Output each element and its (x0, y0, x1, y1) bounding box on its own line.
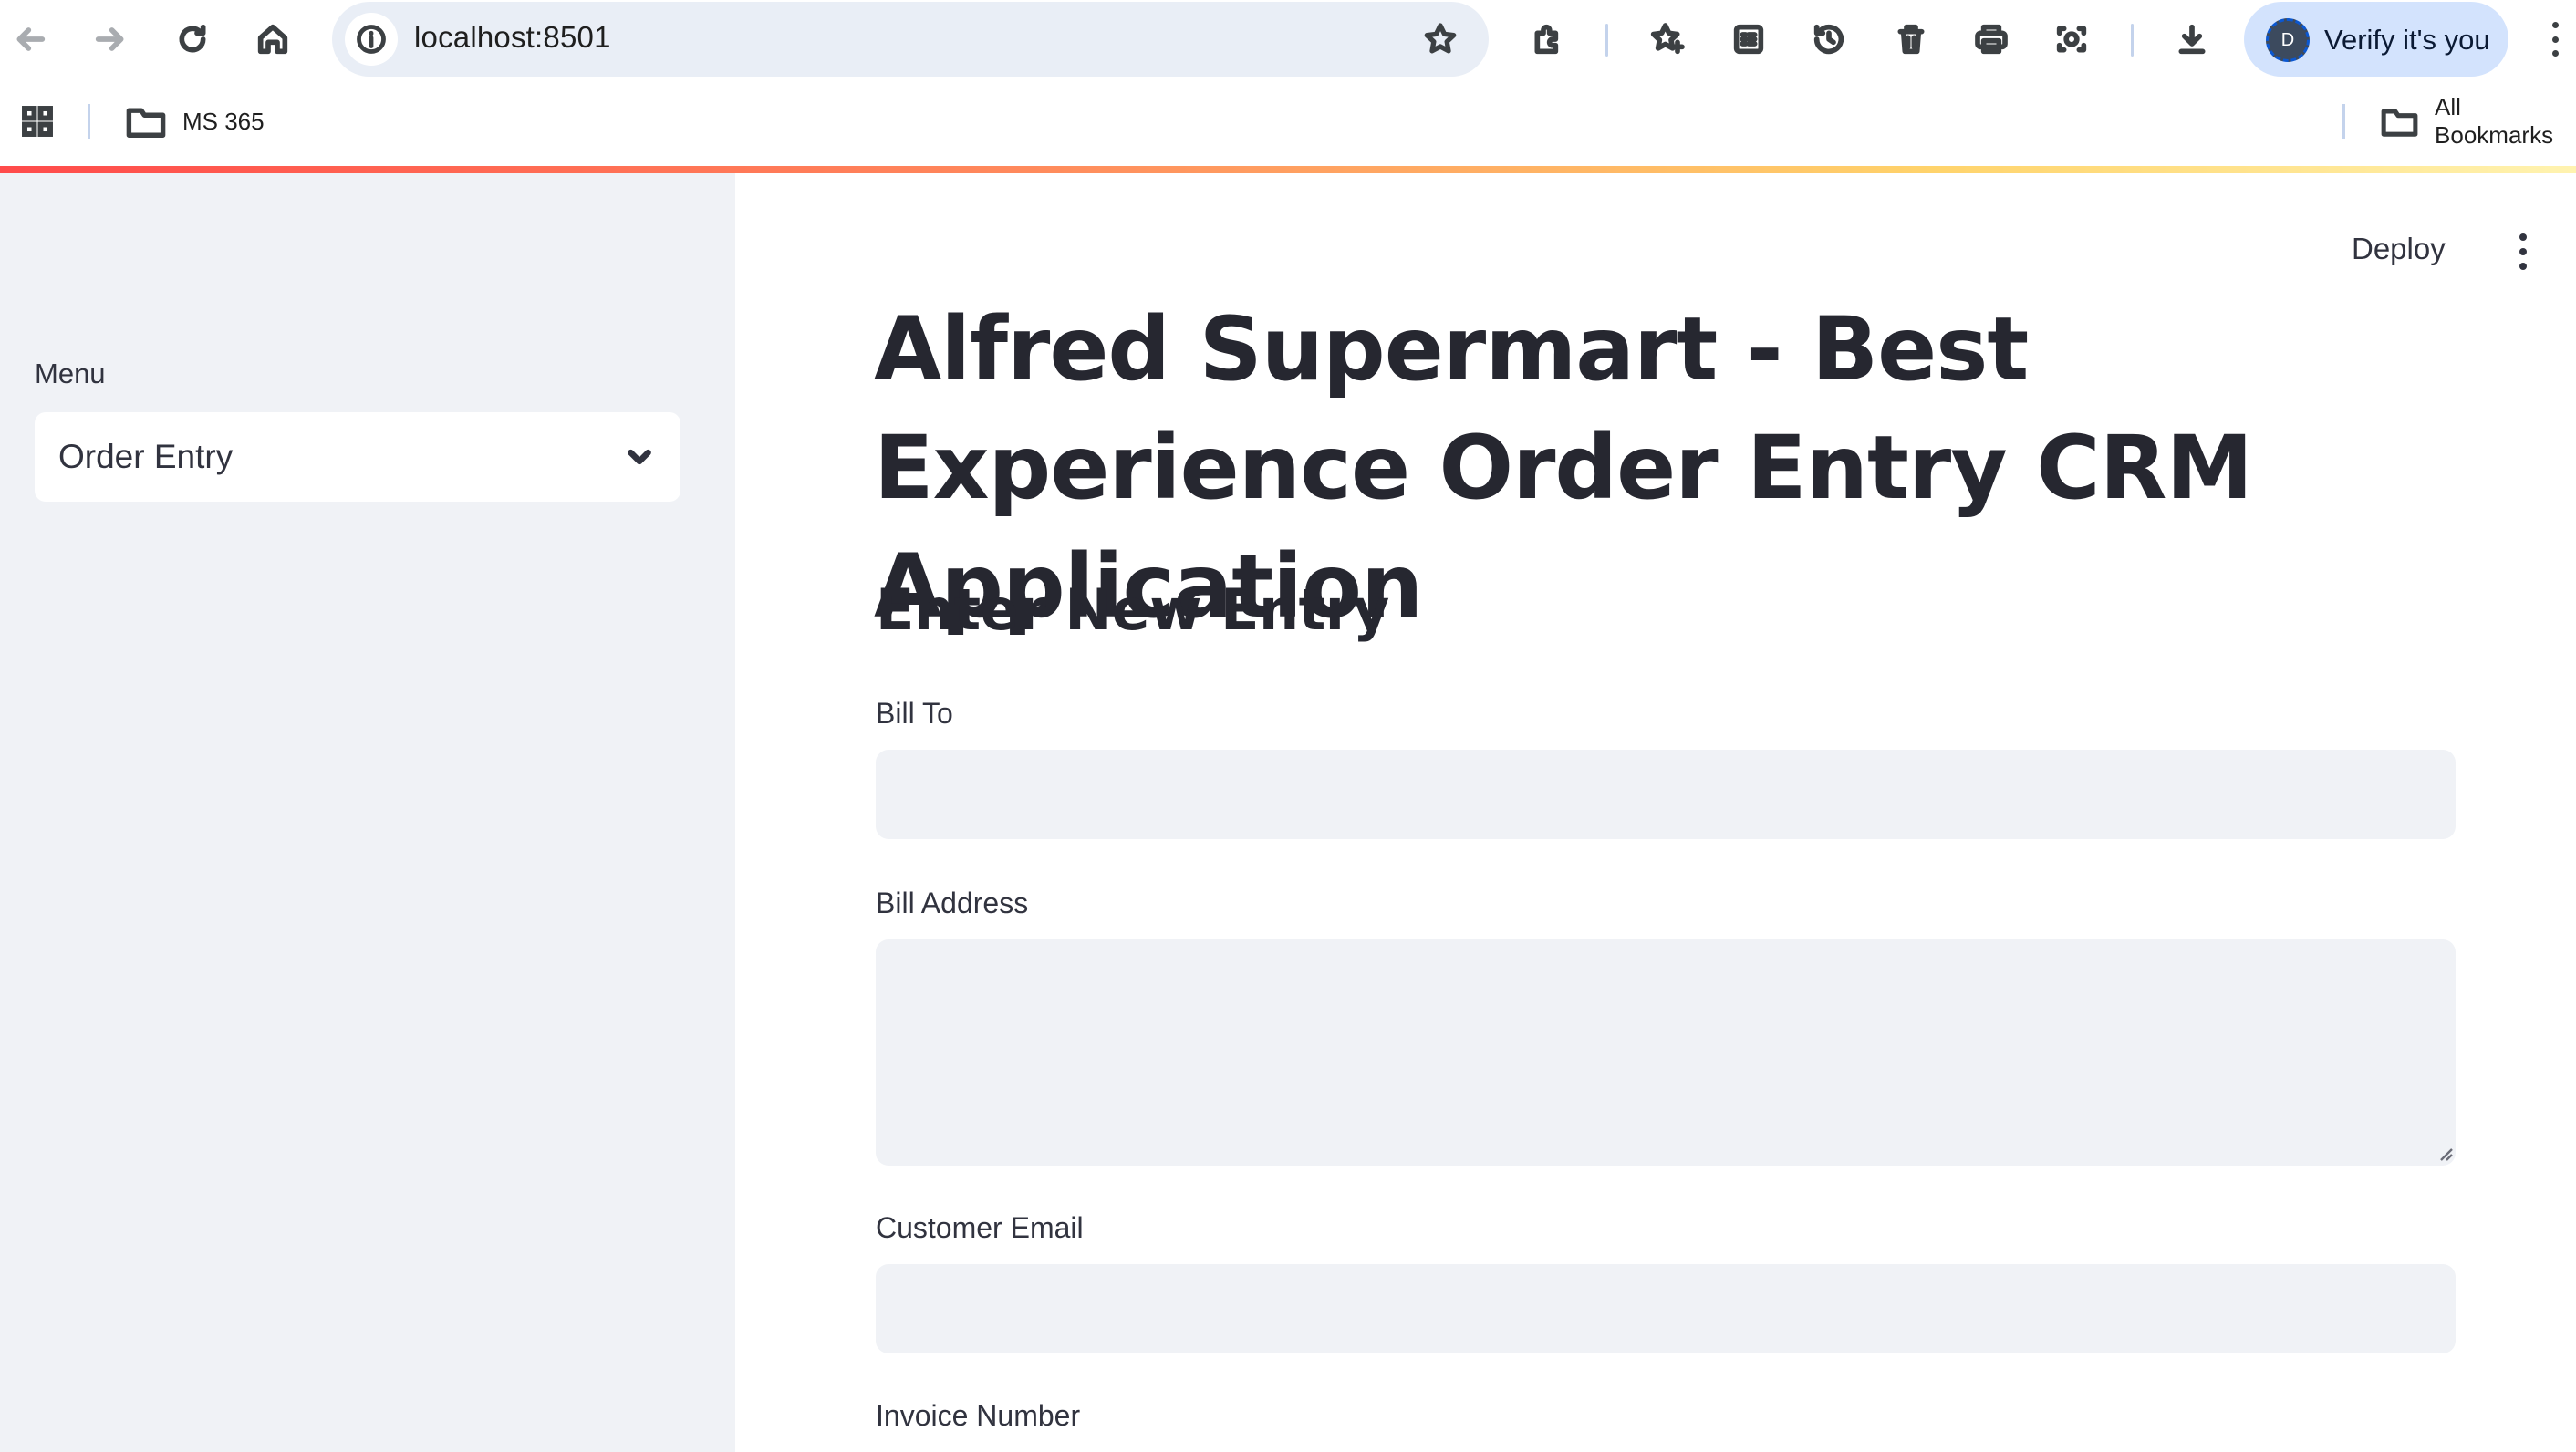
section-title: Enter New Entry (876, 576, 1389, 643)
site-info-icon[interactable] (345, 13, 398, 66)
deploy-button[interactable]: Deploy (2352, 232, 2446, 266)
bookmark-folder-all[interactable]: All Bookmarks (2381, 93, 2576, 149)
bill-address-textarea[interactable] (876, 939, 2456, 1166)
bookmarks-divider (2342, 104, 2345, 139)
menu-select[interactable]: Order Entry (35, 412, 680, 502)
print-icon[interactable] (1965, 13, 2018, 66)
history-icon[interactable] (1802, 13, 1855, 66)
avatar: D (2266, 18, 2310, 62)
bookmarks-bar: MS 365 All Bookmarks (0, 78, 2576, 168)
sidebar: Menu Order Entry (0, 173, 735, 1452)
extensions-icon[interactable] (1522, 13, 1574, 66)
url-text[interactable]: localhost:8501 (414, 20, 611, 55)
resize-handle-icon[interactable] (2436, 1144, 2454, 1162)
address-bar[interactable]: localhost:8501 (332, 2, 1489, 77)
more-vertical-icon[interactable] (2541, 18, 2569, 60)
profile-verify-chip[interactable]: D Verify it's you (2244, 2, 2508, 77)
toolbar-divider (2131, 24, 2134, 57)
bill-to-input[interactable] (876, 750, 2456, 839)
folder-icon (126, 108, 166, 138)
invoice-number-label: Invoice Number (876, 1399, 1081, 1432)
bookmarks-divider (88, 104, 90, 139)
customer-email-input[interactable] (876, 1264, 2456, 1353)
folder-icon (2381, 109, 2418, 137)
chevron-down-icon[interactable] (622, 440, 657, 474)
screenshot-icon[interactable] (2045, 13, 2098, 66)
reading-list-star-icon[interactable] (1642, 13, 1695, 66)
app-menu-icon[interactable] (2514, 233, 2532, 270)
reader-mode-icon[interactable] (1722, 13, 1775, 66)
apps-grid-icon[interactable] (18, 102, 57, 140)
bill-to-label: Bill To (876, 697, 953, 730)
bookmark-star-icon[interactable] (1418, 16, 1463, 62)
header-decoration-bar (0, 166, 2576, 173)
toolbar-divider (1605, 24, 1608, 57)
bookmark-label: All Bookmarks (2435, 93, 2554, 149)
bookmark-folder-ms365[interactable]: MS 365 (126, 100, 265, 142)
back-icon[interactable] (4, 13, 57, 66)
download-icon[interactable] (2166, 13, 2218, 66)
verify-label: Verify it's you (2324, 24, 2490, 56)
home-icon[interactable] (246, 13, 299, 66)
bookmark-label: MS 365 (182, 107, 265, 135)
customer-email-label: Customer Email (876, 1211, 1084, 1244)
reload-icon[interactable] (166, 13, 219, 66)
bill-address-label: Bill Address (876, 887, 1029, 919)
forward-icon[interactable] (84, 13, 137, 66)
menu-label: Menu (35, 358, 106, 389)
browser-toolbar: localhost:8501 D Verify it's you (0, 0, 2576, 78)
delete-icon[interactable] (1885, 13, 1937, 66)
menu-selected-value: Order Entry (58, 438, 234, 475)
